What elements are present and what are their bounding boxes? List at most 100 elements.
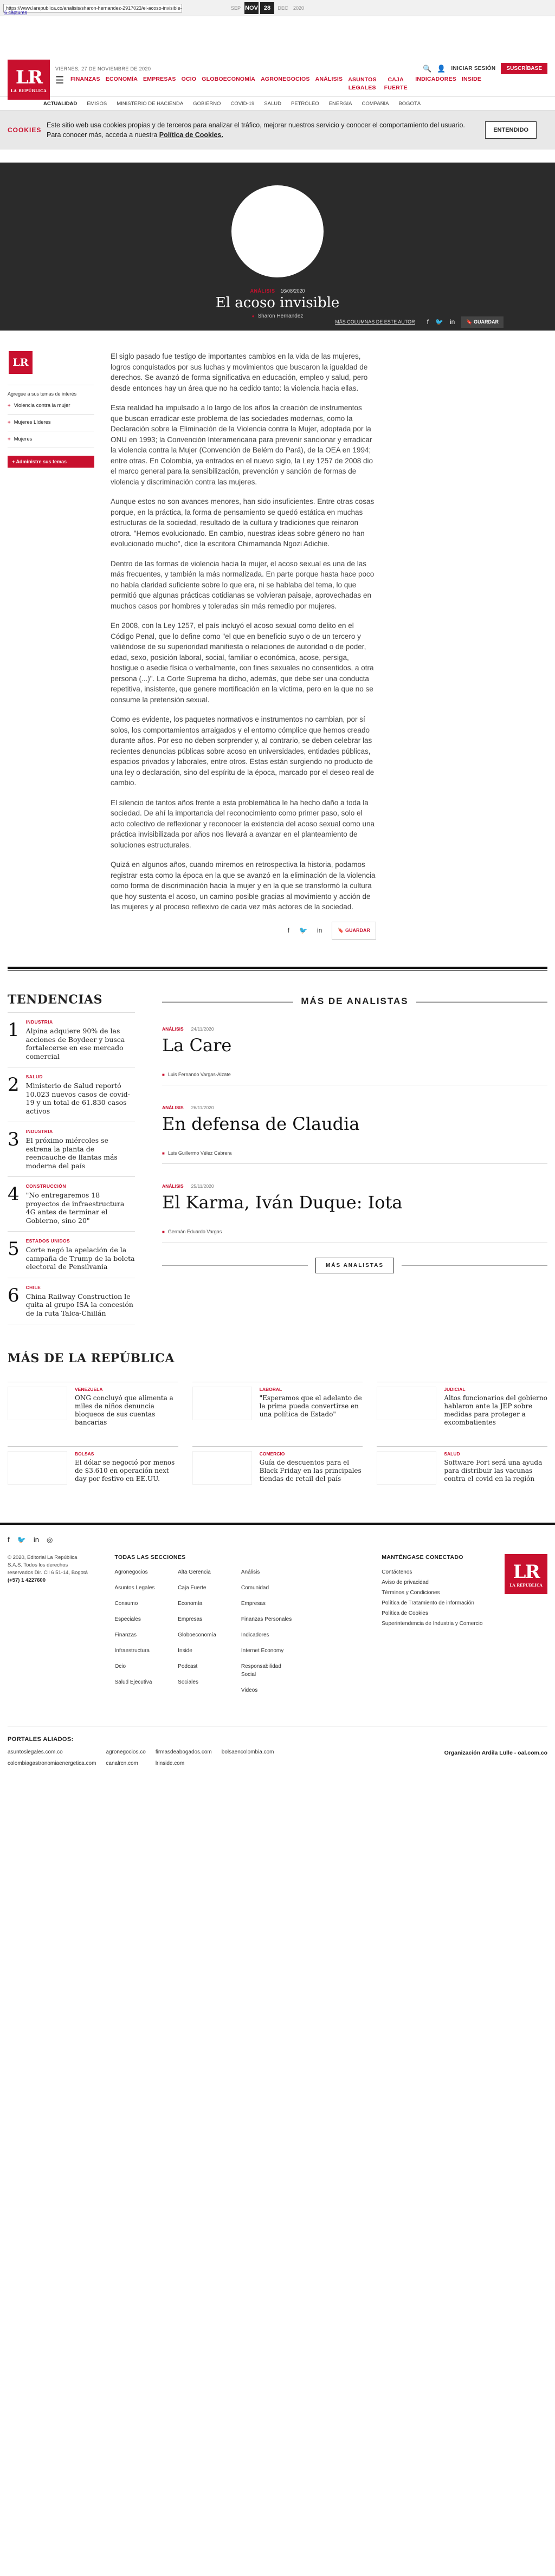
hero-section[interactable]: ANÁLISIS: [250, 288, 275, 294]
trend-item[interactable]: 1 INDUSTRIA Alpina adquiere 90% de las ac…: [8, 1013, 135, 1067]
topic-link[interactable]: BOGOTÁ: [398, 101, 421, 107]
nav-item[interactable]: FINANZAS: [68, 75, 102, 83]
footer-link[interactable]: Consumo: [114, 1600, 170, 1608]
footer-link[interactable]: Agronegocios: [114, 1568, 170, 1576]
topic-link[interactable]: COVID-19: [230, 101, 254, 107]
news-card[interactable]: JUDICIAL Altos funcionarios del gobierno …: [377, 1382, 547, 1427]
topic-link[interactable]: EMISOS: [87, 101, 107, 107]
nav-item[interactable]: AGRONEGOCIOS: [259, 75, 312, 83]
portal-link[interactable]: asuntoslegales.com.co: [8, 1749, 96, 1755]
organization-link[interactable]: Organización Ardila Lülle - oal.com.co: [439, 1749, 547, 1757]
portal-link[interactable]: canalrcn.com: [106, 1761, 145, 1766]
footer-link[interactable]: Inside: [178, 1647, 234, 1655]
nav-item[interactable]: ANÁLISIS: [313, 75, 345, 83]
footer-link[interactable]: Especiales: [114, 1615, 170, 1623]
footer-link[interactable]: Videos: [241, 1686, 297, 1694]
footer-link[interactable]: Responsabilidad Social: [241, 1662, 297, 1679]
footer-link[interactable]: Finanzas Personales: [241, 1615, 297, 1623]
footer-link[interactable]: Podcast: [178, 1662, 234, 1671]
instagram-icon[interactable]: ◎: [47, 1536, 53, 1544]
menu-icon[interactable]: ☰: [55, 75, 67, 86]
linkedin-icon[interactable]: in: [317, 925, 322, 936]
captures-link[interactable]: 6 captures: [4, 10, 27, 15]
footer-link[interactable]: Caja Fuerte: [178, 1584, 234, 1592]
trend-item[interactable]: 2 SALUD Ministerio de Salud reportó 10.02…: [8, 1067, 135, 1122]
topic-link[interactable]: ACTUALIDAD: [43, 101, 77, 107]
footer-link[interactable]: Superintendencia de Industria y Comercio: [382, 1620, 483, 1628]
footer-link[interactable]: Política de Cookies: [382, 1609, 483, 1617]
footer-link[interactable]: Sociales: [178, 1678, 234, 1686]
url-bar[interactable]: https://www.larepublica.co/analisis/shar…: [3, 3, 182, 12]
analyst-card[interactable]: ANÁLISIS 25/11/2020 El Karma, Iván Duque:…: [162, 1164, 547, 1242]
save-button[interactable]: 🔖 GUARDAR: [461, 316, 504, 328]
footer-link[interactable]: Salud Ejecutiva: [114, 1678, 170, 1686]
interest-topic[interactable]: + Mujeres Líderes: [8, 415, 94, 431]
footer-logo[interactable]: LR LA REPÚBLICA: [505, 1554, 547, 1594]
facebook-icon[interactable]: f: [427, 318, 429, 326]
facebook-icon[interactable]: f: [288, 925, 289, 936]
trend-item[interactable]: 3 INDUSTRIA El próximo miércoles se estre…: [8, 1122, 135, 1177]
footer-link[interactable]: Globoeconomía: [178, 1631, 234, 1639]
twitter-icon[interactable]: 🐦: [299, 925, 307, 936]
subscribe-button[interactable]: SUSCRÍBASE: [501, 63, 547, 74]
footer-link[interactable]: Empresas: [178, 1615, 234, 1623]
footer-link[interactable]: Alta Gerencia: [178, 1568, 234, 1576]
footer-link[interactable]: Internet Economy: [241, 1647, 297, 1655]
portal-link[interactable]: agronegocios.co: [106, 1749, 145, 1755]
twitter-icon[interactable]: 🐦: [17, 1536, 26, 1544]
nav-item[interactable]: INSIDE: [460, 75, 483, 83]
footer-link[interactable]: Política de Tratamiento de información: [382, 1599, 483, 1607]
footer-link[interactable]: Finanzas: [114, 1631, 170, 1639]
user-icon[interactable]: 👤: [437, 64, 446, 73]
footer-link[interactable]: Indicadores: [241, 1631, 297, 1639]
analyst-card[interactable]: ANÁLISIS24/11/2020 La Care Luis Fernando…: [162, 1007, 547, 1085]
news-card[interactable]: COMERCIO Guía de descuentos para el Black…: [192, 1446, 363, 1485]
nav-item[interactable]: ECONOMÍA: [104, 75, 140, 83]
topic-link[interactable]: COMPAÑÍA: [362, 101, 389, 107]
nav-item[interactable]: GLOBOECONOMÍA: [199, 75, 257, 83]
more-columns-link[interactable]: MÁS COLUMNAS DE ESTE AUTOR: [335, 319, 415, 325]
facebook-icon[interactable]: f: [8, 1536, 10, 1544]
news-card[interactable]: SALUD Software Fort será una ayuda para d…: [377, 1446, 547, 1485]
footer-link[interactable]: Economía: [178, 1600, 234, 1608]
topic-link[interactable]: PETRÓLEO: [291, 101, 319, 107]
nav-item[interactable]: EMPRESAS: [141, 75, 178, 83]
news-card[interactable]: LABORAL "Esperamos que el adelanto de la …: [192, 1382, 363, 1427]
topic-link[interactable]: ENERGÍA: [329, 101, 352, 107]
footer-link[interactable]: Términos y Condiciones: [382, 1589, 483, 1597]
topic-link[interactable]: GOBIERNO: [193, 101, 221, 107]
footer-link[interactable]: Empresas: [241, 1600, 297, 1608]
login-link[interactable]: INICIAR SESIÓN: [451, 66, 495, 72]
cookie-accept-button[interactable]: ENTENDIDO: [485, 121, 537, 139]
portal-link[interactable]: lrinside.com: [156, 1761, 212, 1766]
news-card[interactable]: VENEZUELA ONG concluyó que alimenta a mil…: [8, 1382, 178, 1427]
wayback-next-month[interactable]: DEC: [276, 5, 290, 11]
save-button[interactable]: 🔖 GUARDAR: [332, 921, 376, 940]
linkedin-icon[interactable]: in: [34, 1536, 39, 1544]
portal-link[interactable]: firmasdeabogados.com: [156, 1749, 212, 1755]
topic-link[interactable]: SALUD: [264, 101, 281, 107]
portal-link[interactable]: bolsaencolombia.com: [222, 1749, 274, 1755]
more-analysts-button[interactable]: MÁS ANALISTAS: [315, 1258, 395, 1273]
nav-item[interactable]: INDICADORES: [413, 75, 459, 83]
news-card[interactable]: BOLSAS El dólar se negoció por menos de $…: [8, 1446, 178, 1485]
footer-link[interactable]: Infraestructura: [114, 1647, 170, 1655]
nav-item[interactable]: ASUNTOS LEGALES: [346, 75, 378, 93]
portal-link[interactable]: colombiagastronomiaenergetica.com: [8, 1761, 96, 1766]
footer-link[interactable]: Ocio: [114, 1662, 170, 1671]
topic-link[interactable]: MINISTERIO DE HACIENDA: [117, 101, 183, 107]
trend-item[interactable]: 4 CONSTRUCCIÓN "No entregaremos 18 proyec…: [8, 1177, 135, 1232]
interest-topic[interactable]: + Violencia contra la mujer: [8, 398, 94, 415]
footer-link[interactable]: Asuntos Legales: [114, 1584, 170, 1592]
nav-item[interactable]: OCIO: [179, 75, 199, 83]
footer-link[interactable]: Análisis: [241, 1568, 297, 1576]
cookie-policy-link[interactable]: Política de Cookies.: [159, 131, 223, 139]
twitter-icon[interactable]: 🐦: [435, 318, 443, 326]
trend-item[interactable]: 5 ESTADOS UNIDOS Corte negó la apelación …: [8, 1232, 135, 1278]
search-icon[interactable]: 🔍: [423, 64, 431, 73]
nav-item[interactable]: CAJA FUERTE: [379, 75, 412, 93]
footer-link[interactable]: Comunidad: [241, 1584, 297, 1592]
analyst-card[interactable]: ANÁLISIS 26/11/2020 En defensa de Claudia…: [162, 1085, 547, 1164]
site-logo[interactable]: LR LA REPÚBLICA: [8, 60, 50, 100]
wayback-prev-month[interactable]: SEP: [229, 5, 243, 11]
